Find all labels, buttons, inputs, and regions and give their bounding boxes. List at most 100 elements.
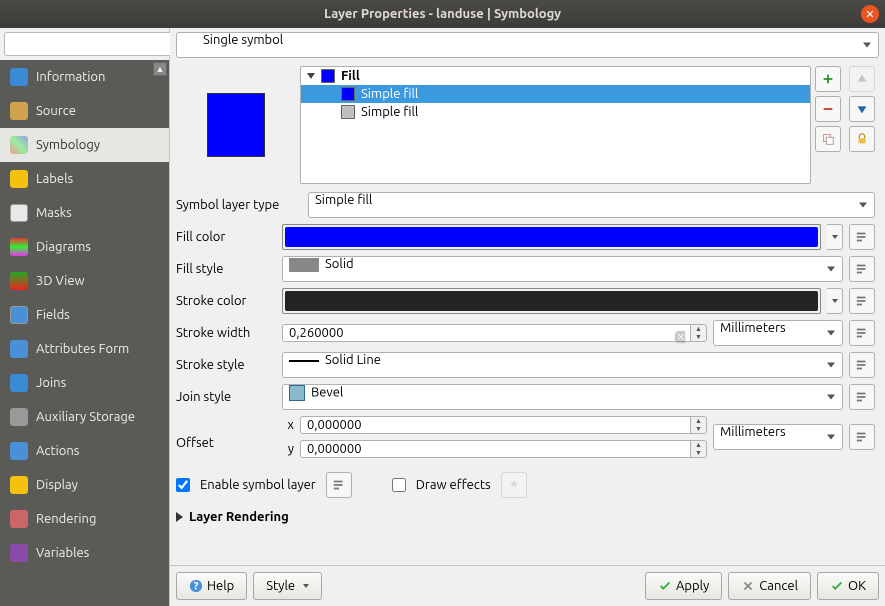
nav-item-attributes-form[interactable]: Attributes Form [0, 332, 169, 366]
duplicate-layer-button[interactable] [815, 126, 841, 152]
ok-label: OK [848, 579, 866, 593]
symbol-layer-tree[interactable]: Fill Simple fill Simple fill [300, 66, 811, 184]
titlebar: Layer Properties - landuse | Symbology ✕ [0, 0, 885, 28]
offset-x-spinner[interactable]: ▲▼ [691, 416, 707, 434]
offset-x-input[interactable] [300, 416, 691, 434]
stroke-style-label: Stroke style [176, 358, 276, 372]
nav-item-labels[interactable]: Labels [0, 162, 169, 196]
nav-item-diagrams[interactable]: Diagrams [0, 230, 169, 264]
symbol-layer-type-combo[interactable]: Simple fill [308, 192, 875, 218]
draw-effects-label: Draw effects [416, 478, 491, 492]
fill-style-combo[interactable]: Solid [282, 256, 843, 282]
style-button[interactable]: Style [253, 572, 322, 600]
draw-effects-config-button[interactable] [501, 472, 527, 498]
join-style-label: Join style [176, 390, 276, 404]
enable-expr-button[interactable] [326, 472, 352, 498]
nav-item-display[interactable]: Display [0, 468, 169, 502]
nav-item-variables[interactable]: Variables [0, 536, 169, 570]
layer-rendering-label: Layer Rendering [189, 510, 289, 524]
offset-unit-combo[interactable]: Millimeters [713, 424, 843, 450]
fill-color-expr-button[interactable] [849, 224, 875, 250]
join-style-expr-button[interactable] [849, 384, 875, 410]
offset-expr-button[interactable] [849, 424, 875, 450]
join-style-value: Bevel [311, 385, 343, 399]
help-button[interactable]: ?Help [176, 572, 247, 600]
nav-label: Attributes Form [36, 342, 129, 356]
cancel-button[interactable]: Cancel [728, 572, 811, 600]
help-icon: ? [189, 579, 203, 593]
stroke-style-expr-button[interactable] [849, 352, 875, 378]
stroke-style-value: Solid Line [325, 353, 381, 367]
stroke-width-unit-combo[interactable]: Millimeters [713, 320, 843, 346]
nav-sidebar: ▲ Information Source Symbology Labels Ma… [0, 60, 169, 606]
offset-y-input[interactable] [300, 440, 691, 458]
stroke-width-input[interactable] [282, 324, 691, 342]
offset-y-spinner[interactable]: ▲▼ [691, 440, 707, 458]
stroke-color-button[interactable] [282, 288, 821, 314]
fill-color-button[interactable] [282, 224, 821, 250]
nav-item-masks[interactable]: Masks [0, 196, 169, 230]
lock-layer-button[interactable] [849, 126, 875, 152]
disclosure-triangle-icon [176, 512, 183, 522]
add-layer-button[interactable] [815, 66, 841, 92]
nav-label: Actions [36, 444, 79, 458]
draw-effects-checkbox[interactable] [392, 478, 406, 492]
nav-label: Joins [36, 376, 66, 390]
nav-label: Labels [36, 172, 73, 186]
symbol-layer-type-label: Symbol layer type [176, 198, 302, 212]
layer-rendering-section[interactable]: Layer Rendering [176, 510, 879, 524]
offset-y-label: y [282, 442, 294, 456]
nav-label: Fields [36, 308, 70, 322]
color-swatch-icon [341, 105, 355, 119]
preview-swatch [207, 93, 265, 157]
scroll-up-icon[interactable]: ▲ [153, 62, 167, 76]
nav-item-actions[interactable]: Actions [0, 434, 169, 468]
move-down-button[interactable] [849, 96, 875, 122]
fill-style-expr-button[interactable] [849, 256, 875, 282]
stroke-style-combo[interactable]: Solid Line [282, 352, 843, 378]
color-swatch-icon [341, 87, 355, 101]
nav-item-rendering[interactable]: Rendering [0, 502, 169, 536]
join-style-combo[interactable]: Bevel [282, 384, 843, 410]
remove-layer-button[interactable] [815, 96, 841, 122]
nav-item-joins[interactable]: Joins [0, 366, 169, 400]
disclosure-triangle-icon[interactable] [307, 73, 315, 79]
renderer-type-combo[interactable]: Single symbol [176, 32, 879, 58]
nav-label: Symbology [36, 138, 100, 152]
color-swatch-icon [321, 69, 335, 83]
fill-color-menu-button[interactable] [827, 224, 843, 250]
stroke-color-expr-button[interactable] [849, 288, 875, 314]
nav-item-information[interactable]: Information [0, 60, 169, 94]
tree-row-fill[interactable]: Fill [301, 67, 810, 85]
tree-row-simple-fill-1[interactable]: Simple fill [301, 85, 810, 103]
close-button[interactable]: ✕ [861, 5, 879, 23]
search-input[interactable] [4, 32, 189, 56]
move-up-button[interactable] [849, 66, 875, 92]
tree-label: Fill [341, 69, 360, 83]
nav-item-symbology[interactable]: Symbology [0, 128, 169, 162]
stroke-width-spinner[interactable]: ▲▼ [691, 324, 707, 342]
nav-item-auxiliary-storage[interactable]: Auxiliary Storage [0, 400, 169, 434]
fill-style-value: Solid [325, 257, 354, 271]
offset-label: Offset [176, 416, 276, 450]
enable-symbol-layer-checkbox[interactable] [176, 478, 190, 492]
clear-icon[interactable] [673, 330, 687, 344]
apply-button[interactable]: Apply [645, 572, 722, 600]
nav-label: Variables [36, 546, 89, 560]
check-icon [830, 579, 844, 593]
stroke-color-menu-button[interactable] [827, 288, 843, 314]
nav-item-fields[interactable]: Fields [0, 298, 169, 332]
nav-item-3dview[interactable]: 3D View [0, 264, 169, 298]
close-icon [741, 579, 755, 593]
nav-label: Masks [36, 206, 72, 220]
nav-item-source[interactable]: Source [0, 94, 169, 128]
apply-label: Apply [676, 579, 709, 593]
nav-label: Source [36, 104, 76, 118]
stroke-width-expr-button[interactable] [849, 320, 875, 346]
check-icon [658, 579, 672, 593]
tree-row-simple-fill-2[interactable]: Simple fill [301, 103, 810, 121]
tree-label: Simple fill [361, 87, 418, 101]
stroke-width-unit-value: Millimeters [720, 321, 786, 335]
nav-label: Display [36, 478, 78, 492]
ok-button[interactable]: OK [817, 572, 879, 600]
